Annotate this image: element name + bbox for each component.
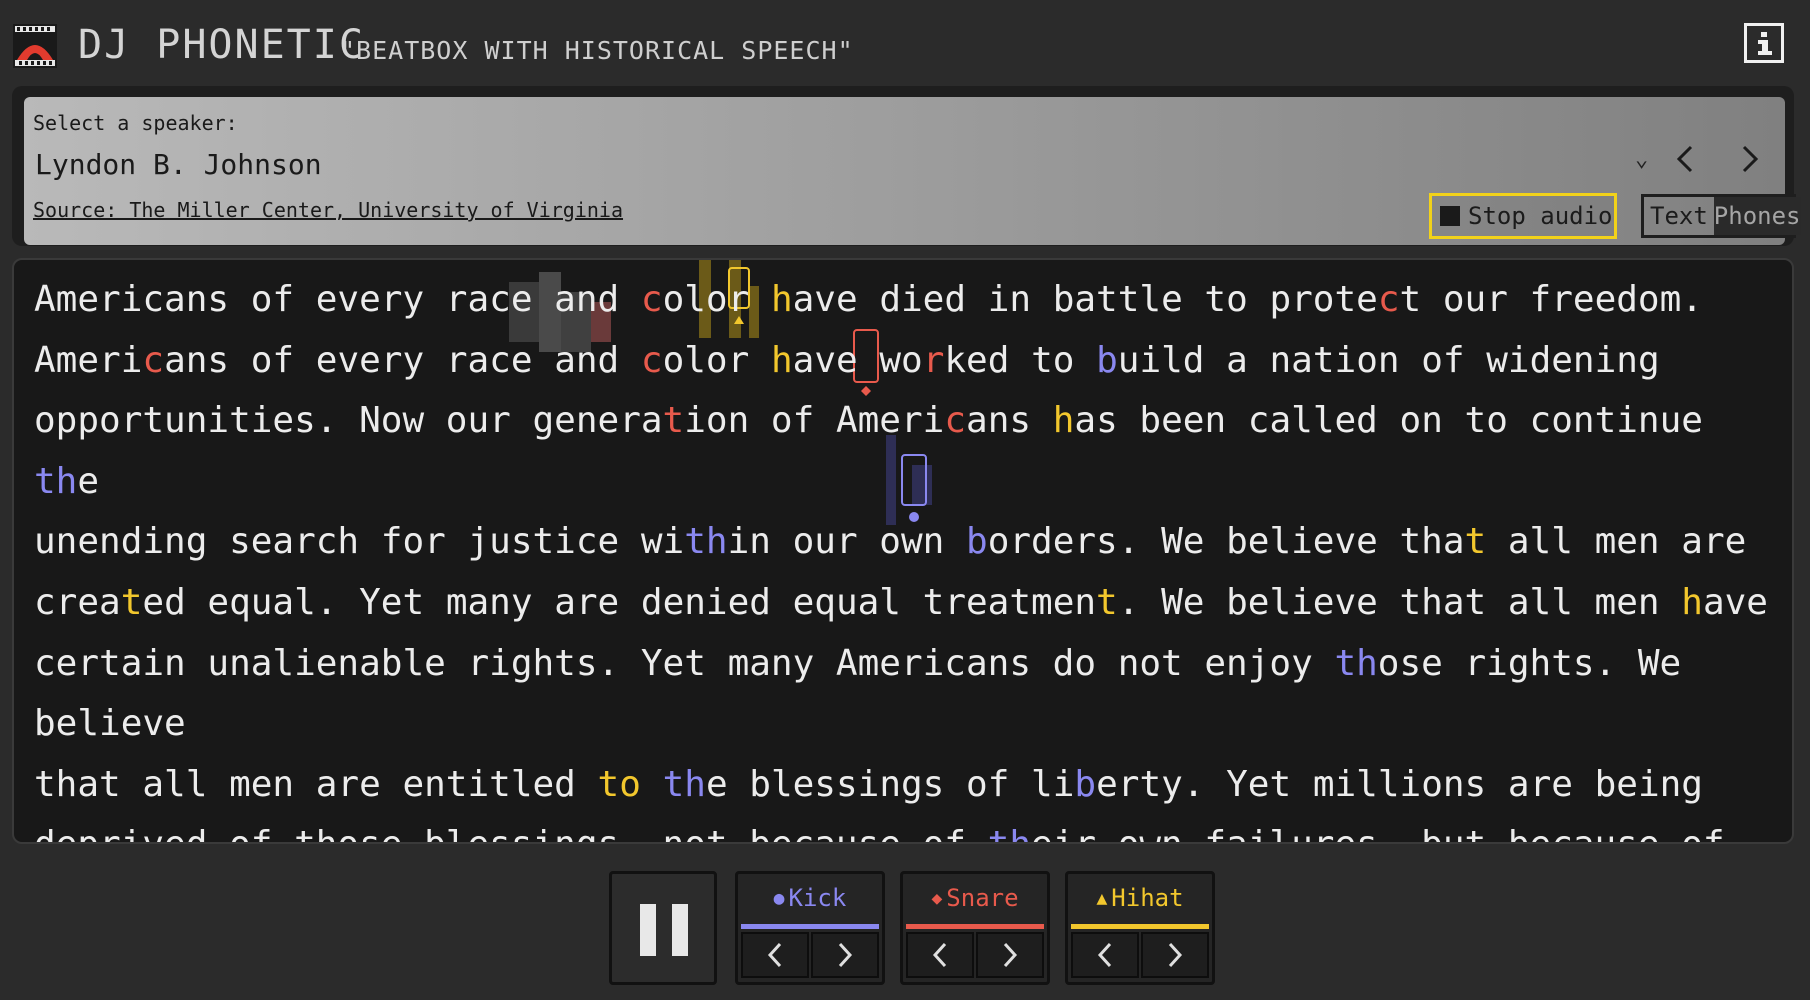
chevron-left-icon [932, 942, 947, 968]
chevron-down-icon[interactable]: ⌄ [1635, 147, 1648, 172]
kick-prev-button[interactable] [741, 932, 809, 978]
next-speaker-button[interactable] [1736, 139, 1766, 179]
speaker-panel: Select a speaker: Lyndon B. Johnson Sour… [24, 97, 1801, 245]
beat-controls: ● Kick ◆ Snare ▲ Hihat [0, 866, 1810, 996]
hihat-track: ▲ Hihat [1065, 871, 1215, 985]
info-button[interactable] [1744, 23, 1784, 63]
hihat-next-button[interactable] [1141, 932, 1209, 978]
mode-text-option[interactable]: Text [1644, 197, 1714, 235]
snare-label: Snare [946, 884, 1019, 912]
kick-line [741, 924, 879, 929]
pause-button[interactable] [609, 871, 717, 985]
speaker-select-label: Select a speaker: [33, 111, 238, 135]
source-link[interactable]: Source: The Miller Center, University of… [33, 198, 623, 222]
chevron-right-icon [1003, 942, 1018, 968]
transcript-panel: Americans of every race and color have d… [12, 258, 1794, 844]
snare-track: ◆ Snare [900, 871, 1050, 985]
kick-track: ● Kick [735, 871, 885, 985]
hihat-triangle-icon: ▲ [1096, 887, 1108, 909]
speaker-select[interactable]: Lyndon B. Johnson [35, 148, 322, 181]
app-header: DJ PHONETIC "BEATBOX WITH HISTORICAL SPE… [0, 0, 1810, 92]
chevron-right-icon [838, 942, 853, 968]
app-subtitle: "BEATBOX WITH HISTORICAL SPEECH" [340, 36, 854, 65]
kick-dot-icon: ● [773, 887, 785, 909]
stop-icon [1440, 206, 1460, 226]
hihat-line [1071, 924, 1209, 929]
stop-audio-label: Stop audio [1468, 202, 1613, 230]
snare-next-button[interactable] [976, 932, 1044, 978]
app-title: DJ PHONETIC [78, 22, 365, 68]
hihat-prev-button[interactable] [1071, 932, 1139, 978]
previous-speaker-button[interactable] [1669, 139, 1699, 179]
snare-prev-button[interactable] [906, 932, 974, 978]
snare-diamond-icon: ◆ [931, 887, 943, 909]
hihat-label: Hihat [1111, 884, 1184, 912]
chevron-right-icon [1168, 942, 1183, 968]
display-mode-toggle[interactable]: Text Phones [1641, 194, 1801, 238]
stop-audio-button[interactable]: Stop audio [1429, 193, 1617, 239]
speaker-mouth-icon [13, 24, 57, 68]
mode-phones-option[interactable]: Phones [1713, 197, 1801, 235]
chevron-left-icon [1097, 942, 1112, 968]
snare-line [906, 924, 1044, 929]
kick-label: Kick [788, 884, 847, 912]
kick-next-button[interactable] [811, 932, 879, 978]
info-icon [1758, 32, 1772, 55]
chevron-left-icon [767, 942, 782, 968]
speech-transcript: Americans of every race and color have d… [34, 279, 1768, 842]
